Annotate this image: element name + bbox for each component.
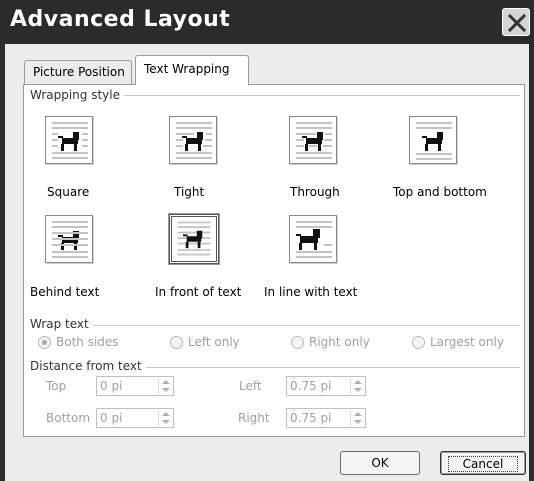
wrap-square-icon [52,122,88,159]
title-bar: Advanced Layout [0,0,534,44]
distance-top-value: 0 pi [100,379,123,393]
distance-right-value: 0.75 pi [290,411,332,425]
ok-button[interactable]: OK [340,451,420,475]
distance-left-spinner[interactable]: 0.75 pi [286,376,366,396]
largest-only-radio[interactable] [412,336,425,349]
distance-left-label: Left [239,379,262,393]
spinner-arrows-icon[interactable] [158,378,172,394]
wrap-text-heading: Wrap text [30,317,93,331]
wrap-behind-text-icon [52,221,88,258]
distance-bottom-label: Bottom [46,411,91,425]
spinner-arrows-icon[interactable] [158,410,172,426]
wrap-through-button[interactable] [289,116,337,164]
tab-text-wrapping[interactable]: Text Wrapping [135,55,249,85]
divider [30,325,520,326]
spinner-arrows-icon[interactable] [350,410,364,426]
distance-heading: Distance from text [30,359,146,373]
cancel-button[interactable]: Cancel [440,451,526,475]
close-icon [507,13,527,33]
wrap-inline-icon [296,221,332,258]
spinner-arrows-icon[interactable] [350,378,364,394]
wrap-in-front-icon [177,221,211,256]
distance-top-label: Top [46,379,67,393]
right-only-label: Right only [309,335,370,349]
both-sides-radio[interactable] [38,336,51,349]
text-wrapping-panel: Wrapping style Square Tight Through Top … [23,84,525,437]
wrap-inline-button[interactable] [289,215,337,263]
wrap-through-icon [296,122,332,159]
wrap-top-bottom-icon [416,122,452,160]
wrap-tight-icon [176,122,212,159]
wrap-top-bottom-label: Top and bottom [393,185,487,199]
wrap-behind-text-button[interactable] [45,215,93,263]
distance-bottom-spinner[interactable]: 0 pi [96,408,174,428]
wrapping-style-heading: Wrapping style [30,88,124,102]
distance-right-spinner[interactable]: 0.75 pi [286,408,366,428]
wrap-inline-label: In line with text [264,285,358,299]
distance-bottom-value: 0 pi [100,411,123,425]
wrap-behind-text-label: Behind text [30,285,100,299]
wrap-square-label: Square [47,185,90,199]
wrap-in-front-label: In front of text [155,285,242,299]
distance-right-label: Right [238,411,270,425]
wrap-tight-label: Tight [174,185,205,199]
cancel-button-label: Cancel [447,456,519,472]
largest-only-label: Largest only [430,335,504,349]
tab-picture-position[interactable]: Picture Position [24,60,132,84]
left-only-radio[interactable] [170,336,183,349]
distance-top-spinner[interactable]: 0 pi [96,376,174,396]
wrap-tight-button[interactable] [169,116,217,164]
wrap-top-bottom-button[interactable] [409,116,457,164]
right-only-radio[interactable] [291,336,304,349]
wrap-in-front-button[interactable] [169,214,219,264]
wrap-square-button[interactable] [45,116,93,164]
both-sides-label: Both sides [56,335,119,349]
distance-left-value: 0.75 pi [290,379,332,393]
window-title: Advanced Layout [10,7,231,32]
wrap-through-label: Through [290,185,340,199]
close-button[interactable] [502,8,530,36]
left-only-label: Left only [188,335,240,349]
